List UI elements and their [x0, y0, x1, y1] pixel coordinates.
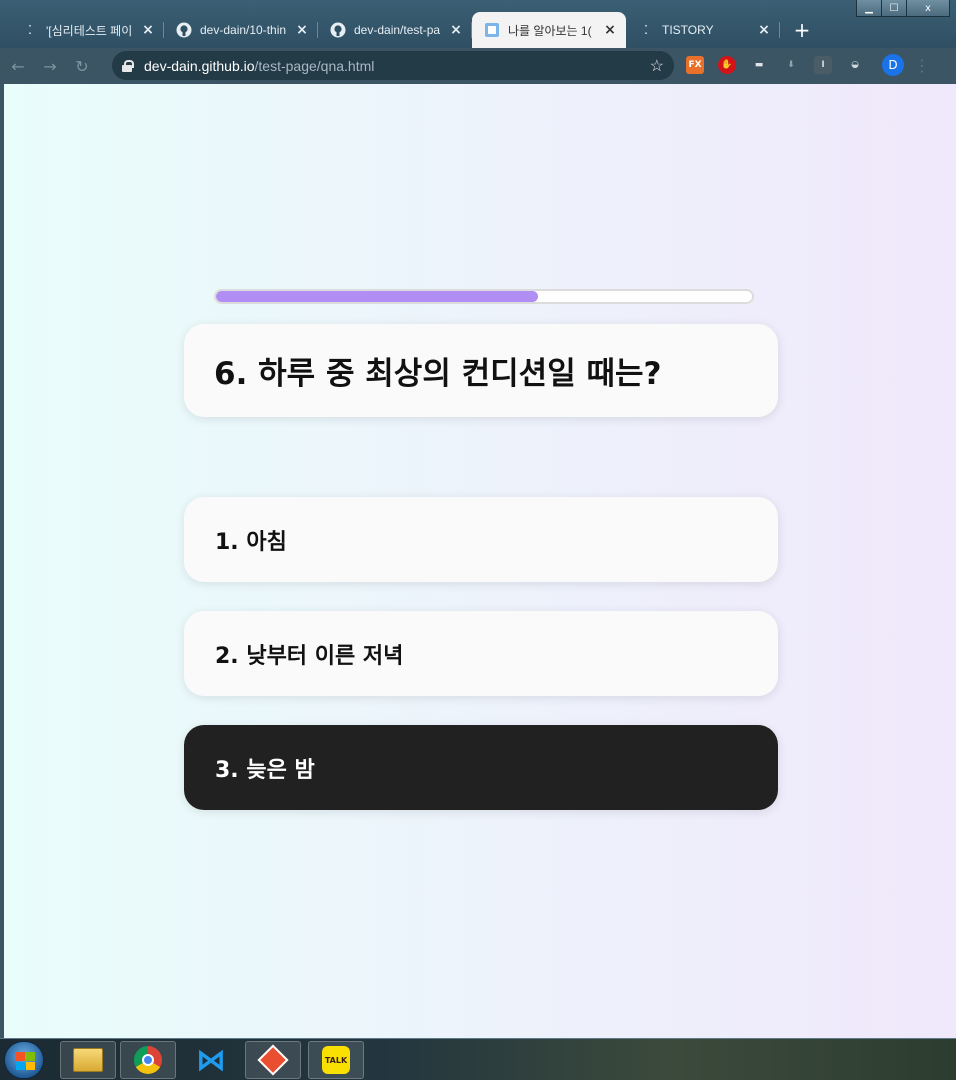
extension-i-icon[interactable]: I	[814, 56, 832, 74]
tistory-icon: ⁚	[644, 23, 648, 37]
forward-arrow-icon[interactable]: →	[36, 52, 64, 80]
start-button[interactable]	[4, 1041, 44, 1079]
url-host: dev-dain.github.io	[144, 57, 255, 74]
tab-title: 나를 알아보는 1(	[508, 23, 592, 38]
lock-icon	[122, 59, 134, 72]
tab-title: dev-dain/10-thin	[200, 23, 287, 37]
address-bar[interactable]: dev-dain.github.io/test-page/qna.html ☆	[112, 51, 674, 80]
bookmark-star-icon[interactable]: ☆	[650, 56, 664, 76]
tab-2[interactable]: dev-dain/10-thin ×	[164, 12, 318, 48]
taskbar: ⋈ TALK	[0, 1038, 956, 1080]
answer-button-3[interactable]: 3. 늦은 밤	[184, 725, 778, 810]
taskbar-chrome[interactable]	[120, 1041, 176, 1079]
extensions-area: FX ✋ ▬ ⬇ I ◒ D ⋮	[686, 54, 930, 76]
close-icon[interactable]: ×	[140, 22, 156, 38]
taskbar-kakaotalk[interactable]: TALK	[308, 1041, 364, 1079]
git-icon	[257, 1044, 289, 1076]
chrome-icon	[134, 1046, 162, 1074]
tab-1[interactable]: ⁚ '[심리테스트 페이 ×	[10, 12, 164, 48]
window-close-button[interactable]: x	[906, 0, 950, 17]
tab-5[interactable]: ⁚ TISTORY ×	[626, 12, 780, 48]
progress-bar	[214, 289, 754, 304]
tab-title: TISTORY	[662, 23, 714, 37]
answer-label: 2. 낮부터 이른 저녁	[215, 643, 404, 669]
window-controls: ▁ ☐ x	[856, 0, 950, 18]
tab-strip: ⁚ '[심리테스트 페이 × dev-dain/10-thin × dev-da…	[10, 12, 816, 48]
browser-titlebar: ⁚ '[심리테스트 페이 × dev-dain/10-thin × dev-da…	[0, 0, 956, 48]
more-menu-icon[interactable]: ⋮	[914, 56, 930, 75]
tistory-icon: ⁚	[28, 23, 32, 37]
question-box: 6. 하루 중 최상의 컨디션일 때는?	[184, 324, 778, 417]
answer-button-2[interactable]: 2. 낮부터 이른 저녁	[184, 611, 778, 696]
vscode-icon: ⋈	[196, 1042, 226, 1078]
tab-title: dev-dain/test-pa	[354, 23, 441, 37]
taskbar-vscode[interactable]: ⋈	[183, 1041, 239, 1079]
kakaotalk-icon: TALK	[322, 1046, 350, 1074]
close-icon[interactable]: ×	[448, 22, 464, 38]
close-icon[interactable]: ×	[756, 22, 772, 38]
taskbar-git[interactable]	[245, 1041, 301, 1079]
tab-title: '[심리테스트 페이	[46, 23, 133, 38]
tab-3[interactable]: dev-dain/test-pa ×	[318, 12, 472, 48]
adblock-icon[interactable]: ✋	[718, 56, 736, 74]
close-icon[interactable]: ×	[602, 22, 618, 38]
file-explorer-icon	[73, 1048, 103, 1072]
new-tab-button[interactable]: +	[788, 16, 816, 44]
extension-capture-icon[interactable]: ◒	[846, 56, 864, 74]
windows-logo-icon	[16, 1052, 35, 1070]
tab-4-active[interactable]: 나를 알아보는 1( ×	[472, 12, 626, 48]
github-icon	[330, 22, 346, 38]
page-viewport: 6. 하루 중 최상의 컨디션일 때는? 1. 아침 2. 낮부터 이른 저녁 …	[0, 84, 956, 1038]
reload-icon[interactable]: ↻	[68, 52, 96, 80]
url-path: /test-page/qna.html	[254, 57, 375, 74]
extension-fx-icon[interactable]: FX	[686, 56, 704, 74]
page-icon	[484, 22, 500, 38]
answer-button-1[interactable]: 1. 아침	[184, 497, 778, 582]
github-icon	[176, 22, 192, 38]
maximize-button[interactable]: ☐	[881, 0, 907, 17]
extension-card-icon[interactable]: ▬	[750, 56, 768, 74]
progress-bar-fill	[216, 291, 538, 302]
minimize-button[interactable]: ▁	[856, 0, 882, 17]
answer-label: 1. 아침	[215, 529, 287, 555]
answer-label: 3. 늦은 밤	[215, 757, 315, 783]
profile-avatar[interactable]: D	[882, 54, 904, 76]
question-text: 6. 하루 중 최상의 컨디션일 때는?	[214, 356, 662, 392]
download-extension-icon[interactable]: ⬇	[782, 56, 800, 74]
close-icon[interactable]: ×	[294, 22, 310, 38]
back-arrow-icon[interactable]: ←	[4, 52, 32, 80]
browser-toolbar: ← → ↻ dev-dain.github.io/test-page/qna.h…	[0, 48, 956, 84]
taskbar-file-explorer[interactable]	[60, 1041, 116, 1079]
